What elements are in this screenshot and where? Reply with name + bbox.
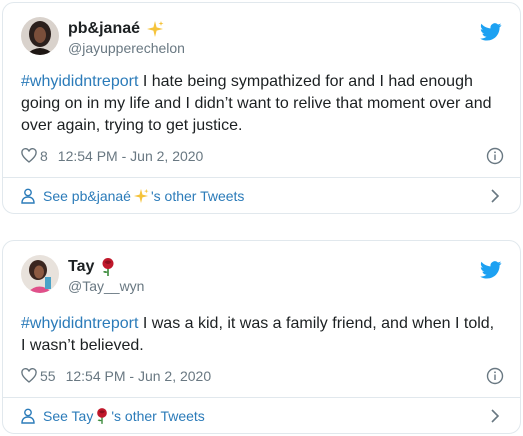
display-name[interactable]: pb&janaé (68, 19, 185, 39)
tweet-meta: 55 12:54 PM - Jun 2, 2020 (21, 366, 504, 386)
sparkles-icon (133, 188, 149, 204)
rose-icon (95, 407, 109, 425)
tweet-text-line: going on in my life and I didn’t want to… (21, 95, 492, 112)
tweet-text: #whyididntreport I was a kid, it was a f… (21, 313, 504, 357)
timestamp[interactable]: 12:54 PM - Jun 2, 2020 (66, 368, 212, 384)
tweet-text-line: I was a kid, it was a family friend, and… (138, 315, 495, 332)
heart-icon[interactable] (21, 368, 37, 384)
display-name[interactable]: Tay (68, 257, 144, 277)
heart-icon[interactable] (21, 148, 37, 164)
see-other-tweets-link[interactable]: See pb&janaé 's other Tweets (21, 178, 504, 214)
info-icon[interactable] (486, 367, 504, 385)
tweet-text-line: I hate being sympathized for and I had e… (138, 73, 473, 90)
footer-text-suffix: 's other Tweets (111, 408, 205, 424)
see-other-tweets-link[interactable]: See Tay 's other Tweets (21, 398, 504, 434)
person-icon (21, 408, 35, 424)
chevron-right-icon (491, 189, 500, 203)
sparkles-icon (146, 20, 164, 38)
info-icon[interactable] (486, 147, 504, 165)
footer-text-prefix: See Tay (43, 408, 94, 424)
tweet-meta: 8 12:54 PM - Jun 2, 2020 (21, 146, 504, 166)
tweet-card[interactable]: Tay @Tay__wyn #whyididntreport I was a k… (2, 240, 521, 434)
like-count[interactable]: 8 (40, 148, 48, 164)
tweet-header: Tay @Tay__wyn (21, 255, 502, 299)
avatar[interactable] (21, 255, 59, 293)
timestamp[interactable]: 12:54 PM - Jun 2, 2020 (58, 148, 204, 164)
tweet-card[interactable]: pb&janaé @jayupperechelon #whyididntrepo… (2, 2, 521, 214)
display-name-text: Tay (68, 258, 95, 275)
tweet-text-line: over again, trying to get justice. (21, 117, 243, 134)
tweet-text-line: I wasn’t believed. (21, 337, 144, 354)
tweet-text: #whyididntreport I hate being sympathize… (21, 71, 504, 137)
like-count[interactable]: 55 (40, 368, 56, 384)
avatar[interactable] (21, 17, 59, 55)
handle[interactable]: @jayupperechelon (68, 39, 185, 57)
person-icon (21, 188, 35, 204)
tweet-header: pb&janaé @jayupperechelon (21, 17, 502, 61)
handle[interactable]: @Tay__wyn (68, 277, 144, 295)
rose-icon (100, 257, 116, 277)
footer-text-suffix: 's other Tweets (150, 188, 245, 204)
hashtag-link[interactable]: #whyididntreport (21, 73, 138, 90)
twitter-bird-icon[interactable] (480, 23, 502, 41)
display-name-text: pb&janaé (68, 20, 141, 37)
twitter-bird-icon[interactable] (480, 261, 502, 279)
hashtag-link[interactable]: #whyididntreport (21, 315, 138, 332)
chevron-right-icon (491, 409, 500, 423)
footer-text-prefix: See pb&janaé (43, 188, 131, 204)
